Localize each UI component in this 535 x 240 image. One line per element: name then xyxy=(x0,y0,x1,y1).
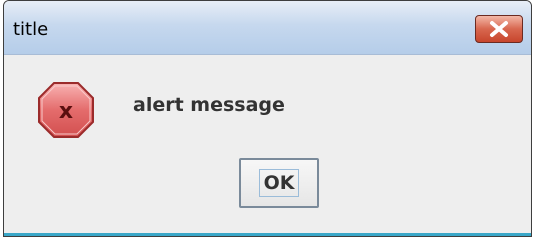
ok-button-label: OK xyxy=(258,169,300,197)
title-bar[interactable]: title xyxy=(4,1,531,55)
alert-dialog: title x alert message OK xyxy=(3,0,532,237)
close-icon xyxy=(490,21,508,37)
window-title: title xyxy=(13,19,49,40)
error-icon: x xyxy=(37,81,95,139)
alert-message: alert message xyxy=(133,94,285,116)
close-button[interactable] xyxy=(475,15,523,43)
dialog-content: x alert message OK xyxy=(4,55,531,236)
ok-button[interactable]: OK xyxy=(239,158,319,208)
window-bottom-border xyxy=(4,233,531,236)
svg-text:x: x xyxy=(59,99,73,124)
